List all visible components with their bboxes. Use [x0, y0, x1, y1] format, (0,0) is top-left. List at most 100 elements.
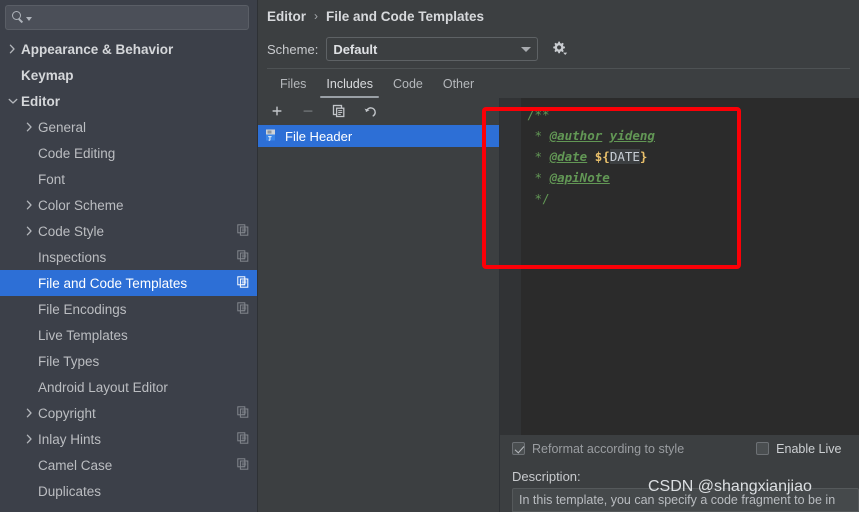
tab-includes[interactable]: Includes: [316, 77, 383, 98]
live-templates-checkbox-row[interactable]: Enable Live: [756, 442, 841, 456]
tab-other[interactable]: Other: [433, 77, 484, 98]
reset-template-button[interactable]: [361, 103, 379, 121]
description-label: Description:: [512, 469, 581, 484]
tab-code[interactable]: Code: [383, 77, 433, 98]
sidebar-item-label: File and Code Templates: [38, 275, 188, 291]
settings-sidebar: Appearance & Behavior Keymap Editor General…: [0, 0, 258, 512]
sidebar-item-label: Live Templates: [38, 327, 128, 343]
project-settings-icon: [237, 431, 249, 447]
live-templates-checkbox-label: Enable Live: [776, 441, 842, 456]
sidebar-item-code-editing[interactable]: Code Editing: [0, 140, 257, 166]
code-line: * @date ${DATE}: [527, 146, 859, 167]
editor-options-row: Reformat according to style Enable Live: [500, 435, 859, 462]
chevron-down-icon: [521, 46, 532, 52]
sidebar-item-file-encodings[interactable]: File Encodings: [0, 296, 257, 322]
scheme-label: Scheme:: [267, 41, 319, 57]
sidebar-search-area: [0, 0, 257, 34]
reformat-checkbox-label: Reformat according to style: [532, 441, 685, 456]
sidebar-item-appearance-behavior[interactable]: Appearance & Behavior: [0, 36, 257, 62]
sidebar-item-duplicates[interactable]: Duplicates: [0, 478, 257, 504]
project-settings-icon: [237, 249, 249, 265]
sidebar-item-label: Inlay Hints: [38, 431, 102, 447]
chevron-right-icon[interactable]: [4, 44, 21, 54]
code-token: ${: [594, 149, 610, 164]
project-settings-icon: [237, 457, 249, 473]
breadcrumb-current: File and Code Templates: [326, 8, 485, 24]
search-box[interactable]: [5, 5, 249, 30]
settings-dialog: Appearance & Behavior Keymap Editor General…: [0, 0, 859, 512]
search-input[interactable]: [32, 10, 248, 25]
sidebar-item-file-types[interactable]: File Types: [0, 348, 257, 374]
scheme-selected-value: Default: [333, 41, 378, 57]
sidebar-item-label: Android Layout Editor: [38, 379, 168, 395]
project-settings-icon: [237, 223, 249, 239]
copy-template-button[interactable]: [330, 103, 348, 121]
chevron-right-icon[interactable]: [21, 200, 38, 210]
sidebar-item-android-layout-editor[interactable]: Android Layout Editor: [0, 374, 257, 400]
template-category-tabs: Files Includes Code Other: [258, 69, 859, 98]
breadcrumb-separator-icon: ›: [314, 9, 318, 23]
template-code-text[interactable]: /** * @author yideng * @date ${DATE} * @…: [521, 98, 859, 435]
gear-icon[interactable]: [549, 39, 569, 59]
list-item[interactable]: File Header: [258, 125, 499, 147]
sidebar-item-camel-case[interactable]: Camel Case: [0, 452, 257, 478]
sidebar-item-file-and-code-templates[interactable]: File and Code Templates: [0, 270, 257, 296]
sidebar-item-label: File Encodings: [38, 301, 127, 317]
description-textarea[interactable]: In this template, you can specify a code…: [512, 488, 859, 512]
sidebar-item-label: Color Scheme: [38, 197, 124, 213]
sidebar-item-color-scheme[interactable]: Color Scheme: [0, 192, 257, 218]
project-settings-icon: [237, 405, 249, 421]
code-line: * @author yideng: [527, 125, 859, 146]
breadcrumb-parent[interactable]: Editor: [267, 9, 306, 24]
sidebar-item-live-templates[interactable]: Live Templates: [0, 322, 257, 348]
code-token: *: [527, 128, 550, 143]
tab-files[interactable]: Files: [270, 77, 316, 98]
code-line: */: [527, 188, 859, 209]
template-list: File Header: [258, 125, 499, 512]
code-token: @date: [549, 149, 588, 164]
sidebar-item-general[interactable]: General: [0, 114, 257, 140]
reformat-checkbox-row[interactable]: Reformat according to style: [512, 442, 684, 456]
template-list-toolbar: [258, 98, 499, 125]
sidebar-item-inlay-hints[interactable]: Inlay Hints: [0, 426, 257, 452]
chevron-right-icon[interactable]: [21, 122, 38, 132]
templates-body: File Header /** * @author yideng * @date…: [258, 98, 859, 512]
chevron-right-icon[interactable]: [21, 408, 38, 418]
chevron-right-icon[interactable]: [21, 226, 38, 236]
template-list-panel: File Header: [258, 98, 500, 512]
code-token: *: [527, 170, 550, 185]
code-token: yideng: [609, 128, 655, 143]
code-editor[interactable]: /** * @author yideng * @date ${DATE} * @…: [500, 98, 859, 435]
sidebar-item-label: Editor: [21, 93, 60, 109]
sidebar-item-keymap[interactable]: Keymap: [0, 62, 257, 88]
sidebar-item-label: Code Editing: [38, 145, 116, 161]
sidebar-item-label: Code Style: [38, 223, 105, 239]
scheme-row: Scheme: Default: [258, 32, 859, 66]
sidebar-item-code-style[interactable]: Code Style: [0, 218, 257, 244]
sidebar-item-label: Appearance & Behavior: [21, 41, 174, 57]
sidebar-item-inspections[interactable]: Inspections: [0, 244, 257, 270]
live-templates-checkbox[interactable]: [756, 442, 770, 455]
sidebar-item-font[interactable]: Font: [0, 166, 257, 192]
chevron-right-icon[interactable]: [21, 434, 38, 444]
editor-gutter: [500, 98, 521, 435]
sidebar-item-editor[interactable]: Editor: [0, 88, 257, 114]
code-token: @apiNote: [549, 170, 610, 185]
sidebar-item-copyright[interactable]: Copyright: [0, 400, 257, 426]
add-template-button[interactable]: [268, 103, 286, 121]
code-line: * @apiNote: [527, 167, 859, 188]
sidebar-item-label: Inspections: [38, 249, 107, 265]
code-line: /**: [527, 104, 859, 125]
reformat-checkbox[interactable]: [512, 442, 525, 455]
project-settings-icon: [237, 275, 249, 291]
sidebar-item-label: Camel Case: [38, 457, 113, 473]
template-editor-area: /** * @author yideng * @date ${DATE} * @…: [500, 98, 859, 512]
code-token: *: [527, 149, 550, 164]
sidebar-item-label: File Types: [38, 353, 100, 369]
template-file-icon: [264, 128, 278, 145]
scheme-dropdown[interactable]: Default: [326, 37, 539, 61]
chevron-down-icon[interactable]: [4, 98, 21, 105]
code-token: @author: [549, 128, 603, 143]
